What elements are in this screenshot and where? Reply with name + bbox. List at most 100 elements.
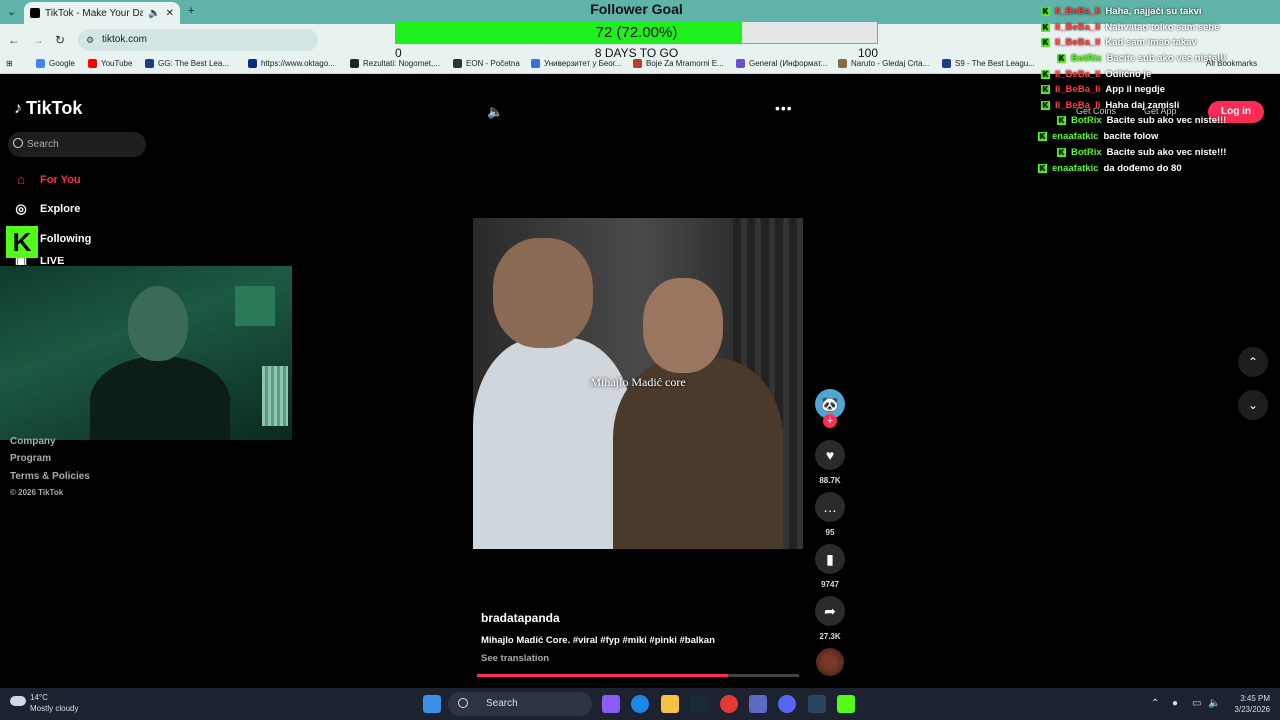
chat-username[interactable]: Il_BeBa_Il [1055,69,1100,80]
bookmark-label: Naruto - Gledaj Crta... [851,59,930,68]
chat-username[interactable]: BotRix [1071,115,1102,126]
discord-icon[interactable] [778,695,796,713]
eon-icon [453,59,462,68]
kick-badge-icon: K [1041,85,1050,94]
bookmark-5[interactable]: EON - Početna [453,59,520,68]
chrome-icon[interactable] [720,695,738,713]
bookmark-7[interactable]: Boje Za Mramorni E... [633,59,724,68]
webcam-radiator [262,366,288,426]
forward-icon[interactable]: → [32,33,44,47]
tray-chevron-icon[interactable]: ⌃ [1151,698,1159,709]
edge-icon[interactable] [631,695,649,713]
footer-company[interactable]: Company [10,436,56,447]
chat-username[interactable]: enaafatkic [1052,131,1098,142]
reload-icon[interactable]: ↻ [55,33,65,47]
sidebar-item-label: Following [40,233,92,245]
back-icon[interactable]: ← [8,33,20,47]
search-icon [13,138,23,148]
chat-text: App il negdje [1105,84,1166,95]
like-count: 88.7K [819,476,841,485]
chat-text: Kad sam imao takav [1105,37,1197,48]
clock-date: 3/23/2026 [1234,705,1270,714]
chat-username[interactable]: enaafatkic [1052,163,1098,174]
bookmark-3[interactable]: https://www.oktago... [248,59,335,68]
steam-2-icon[interactable] [808,695,826,713]
sidebar-item-explore[interactable]: ◎ Explore [12,201,80,217]
share-button[interactable]: ➦ [815,596,845,626]
music-disc-icon[interactable] [816,648,844,676]
footer-program[interactable]: Program [10,453,51,464]
footer-terms[interactable]: Terms & Policies [10,471,90,482]
prev-video-button[interactable]: ⌃ [1238,347,1268,377]
kick-logo-icon: K [6,226,38,258]
chat-message: K BotRix Bacite sub ako vec niste!!! [1057,53,1226,64]
site-info-icon[interactable]: ⚙ [86,35,94,46]
volume-icon[interactable]: 🔈 [487,104,503,120]
heart-icon: ♥ [825,447,835,463]
bookmark-0[interactable]: Google [36,59,75,68]
taskbar-search[interactable]: Search [448,692,592,716]
sidebar-item-live[interactable]: ▣ LIVE [12,257,65,265]
chat-text: Bacite sub ako vec niste!!! [1106,53,1227,64]
file-explorer-icon[interactable] [661,695,679,713]
taskbar-clock[interactable]: 3:45 PM 3/23/2026 [1222,693,1270,715]
sidebar-item-label: For You [40,173,81,186]
tab-audio-icon[interactable]: 🔈 [148,8,160,19]
chat-username[interactable]: BotRix [1071,147,1102,158]
sidebar-item-for-you[interactable]: ⌂ For You [12,172,81,187]
bookmark-9[interactable]: Naruto - Gledaj Crta... [838,59,929,68]
like-button[interactable]: ♥ [815,440,845,470]
chat-text: da dođemo do 80 [1103,163,1182,174]
search-input[interactable]: Search [8,132,146,157]
search-icon [458,698,468,708]
video-author[interactable]: bradatapanda [481,611,560,625]
chat-message: K Il_BeBa_Il Haha daj zamisli [1041,100,1179,111]
search-placeholder: Search [27,139,59,150]
clock-time: 3:45 PM [1240,694,1270,703]
chat-username[interactable]: Il_BeBa_Il [1055,22,1100,33]
tiktok-logo[interactable]: ♪ TikTok [14,98,82,119]
more-options-icon[interactable]: ••• [775,100,793,116]
chat-username[interactable]: Il_BeBa_Il [1055,84,1100,95]
tiktok-logo-text: TikTok [26,98,83,118]
weather-widget[interactable]: 14°C Mostly cloudy [10,692,78,714]
tab-search-icon[interactable]: ⌄ [7,5,16,18]
new-tab-icon[interactable]: + [188,5,194,17]
mic-icon[interactable]: ● [1172,698,1178,709]
bookmark-6[interactable]: Универзитет у Беог... [531,59,621,68]
video-progress-bar[interactable] [477,674,799,677]
bookmark-2[interactable]: GG: The Best Lea... [145,59,229,68]
steam-icon[interactable] [690,695,708,713]
see-translation-link[interactable]: See translation [481,653,549,664]
chevron-up-icon: ⌃ [1247,355,1259,369]
video-player[interactable]: Mihajlo Madić core [473,218,803,549]
save-button[interactable]: ▮ [815,544,845,574]
bookmark-1[interactable]: YouTube [88,59,132,68]
tab-close-icon[interactable]: ✕ [166,8,174,19]
comment-button[interactable]: … [815,492,845,522]
teams-icon[interactable] [749,695,767,713]
footer-copyright: © 2026 TikTok [10,488,64,497]
bookmark-label: Google [49,59,75,68]
follow-plus-icon[interactable]: + [823,414,837,428]
chat-message: Kenaafatkic da dođemo do 80 [1038,163,1182,174]
browser-tab-tiktok[interactable]: TikTok - Make Your Day 🔈 ✕ [24,2,180,24]
webcam-window [235,286,275,326]
kick-badge-icon: K [1041,38,1050,47]
chat-username[interactable]: Il_BeBa_Il [1055,100,1100,111]
copilot-icon[interactable] [602,695,620,713]
url-field[interactable]: ⚙ tiktok.com [78,29,318,51]
video-description: Mihajlo Madić Core. #viral #fyp #miki #p… [481,635,715,646]
speaker-icon[interactable]: 🔈 [1208,698,1220,709]
kick-app-icon[interactable] [837,695,855,713]
next-video-button[interactable]: ⌄ [1238,390,1268,420]
chat-username[interactable]: BotRix [1071,53,1102,64]
bookmark-10[interactable]: S9 - The Best Leagu... [942,59,1035,68]
bookmark-4[interactable]: Rezultati: Nogomet,... [350,59,440,68]
chat-username[interactable]: Il_BeBa_Il [1055,6,1100,17]
windows-start-icon[interactable] [423,695,441,713]
chat-username[interactable]: Il_BeBa_Il [1055,37,1100,48]
apps-icon[interactable]: ⊞ [6,59,13,68]
network-icon[interactable]: ▭ [1192,698,1201,709]
bookmark-8[interactable]: General (Информат... [736,59,827,68]
